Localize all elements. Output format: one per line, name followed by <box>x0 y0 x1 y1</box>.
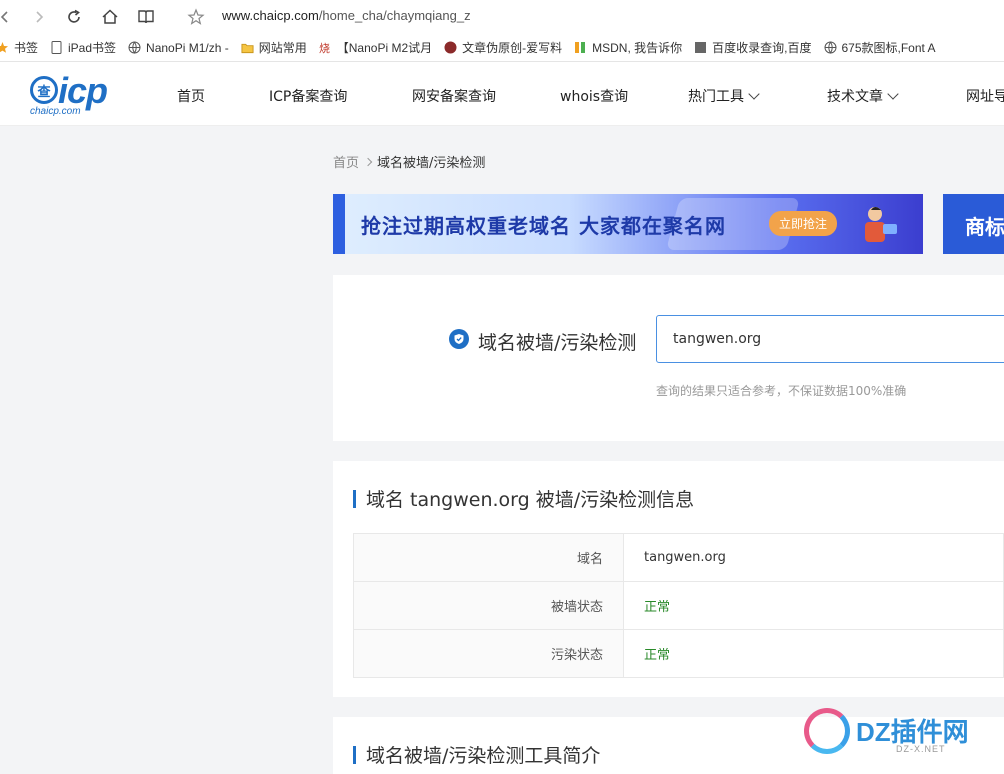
breadcrumb: 首页 域名被墙/污染检测 <box>333 152 485 171</box>
nav-icp-query[interactable]: ICP备案查询 <box>269 86 347 106</box>
row-value-status: 正常 <box>623 581 1004 630</box>
nav-label: 网安备案查询 <box>412 89 496 105</box>
bookmark-item[interactable]: iPad书签 <box>50 39 116 56</box>
url-host: www.chaicp.com <box>222 8 319 23</box>
chevron-right-icon <box>363 157 373 166</box>
bookmark-item[interactable]: 网站常用 <box>241 39 307 56</box>
site-icon <box>694 41 707 54</box>
breadcrumb-home[interactable]: 首页 <box>333 152 359 171</box>
tool-title: 域名被墙/污染检测 <box>478 332 637 354</box>
ad-banner[interactable]: 抢注过期高权重老域名 大家都在聚名网 立即抢注 <box>333 194 923 254</box>
bookmark-item[interactable]: 675款图标,Font A <box>824 39 936 56</box>
title-accent-bar <box>353 745 356 764</box>
table-row: 被墙状态 正常 <box>353 581 1004 630</box>
nav-police-query[interactable]: 网安备案查询 <box>412 86 496 106</box>
nav-label: 首页 <box>177 89 205 105</box>
result-title: 域名 tangwen.org 被墙/污染检测信息 <box>353 485 694 512</box>
search-card: 域名被墙/污染检测 查询的结果只适合参考，不保证数据100%准确 <box>333 275 1004 441</box>
nav-url-nav[interactable]: 网址导 <box>966 86 1004 106</box>
bookmark-item[interactable]: 文章伪原创-爱写料 <box>444 39 562 56</box>
nav-label: 网址导 <box>966 89 1004 105</box>
domain-search-input[interactable] <box>656 315 1004 363</box>
intro-title: 域名被墙/污染检测工具简介 <box>353 741 600 768</box>
back-icon[interactable] <box>0 6 16 28</box>
bookmark-label: 书签 <box>14 41 39 55</box>
bookmark-star-icon[interactable] <box>185 6 207 28</box>
bookmark-label: 百度收录查询,百度 <box>712 41 812 55</box>
title-accent-bar <box>353 489 356 508</box>
svg-text:烧: 烧 <box>319 42 330 54</box>
tablet-icon <box>50 41 63 54</box>
home-icon[interactable] <box>99 6 121 28</box>
site-header: 查 icp chaicp.com 首页 ICP备案查询 网安备案查询 whois… <box>0 62 1004 126</box>
table-row: 域名 tangwen.org <box>353 533 1004 582</box>
watermark-logo-icon <box>804 708 850 754</box>
nav-label: 热门工具 <box>688 89 744 105</box>
bookmark-item[interactable]: 百度收录查询,百度 <box>694 39 812 56</box>
breadcrumb-current: 域名被墙/污染检测 <box>377 156 486 171</box>
bookmark-label: 675款图标,Font A <box>841 41 936 55</box>
address-bar[interactable]: www.chaicp.com/home_cha/chaymqiang_z <box>222 8 471 23</box>
site-icon <box>574 41 587 54</box>
nav-label: 技术文章 <box>827 89 883 105</box>
bookmark-item[interactable]: NanoPi M1/zh - <box>128 41 229 55</box>
star-icon <box>0 41 9 54</box>
nav-label: whois查询 <box>560 89 629 105</box>
bookmark-item[interactable]: MSDN, 我告诉你 <box>574 39 682 56</box>
watermark-sub: DZ-X.NET <box>896 744 946 754</box>
ad-banner-side[interactable]: 商标 <box>943 194 1004 254</box>
banner-text: 抢注过期高权重老域名 大家都在聚名网 <box>361 214 726 238</box>
site-icon <box>444 41 457 54</box>
row-value-status: 正常 <box>623 629 1004 678</box>
row-key: 污染状态 <box>353 629 624 678</box>
forward-icon[interactable] <box>28 6 50 28</box>
banner-side-text: 商标 <box>965 215 1004 239</box>
bookmark-item[interactable]: 烧 【NanoPi M2试月 <box>319 39 432 56</box>
reader-icon[interactable] <box>135 6 157 28</box>
row-key: 域名 <box>353 533 624 582</box>
chevron-down-icon <box>748 88 760 100</box>
site-logo[interactable]: 查 icp chaicp.com <box>28 70 120 118</box>
nav-tech-articles[interactable]: 技术文章 <box>827 86 899 106</box>
watermark: DZ插件网 DZ-X.NET <box>800 706 1000 766</box>
folder-icon <box>241 41 254 54</box>
globe-icon <box>824 41 837 54</box>
table-row: 污染状态 正常 <box>353 629 1004 678</box>
logo-domain: chaicp.com <box>30 106 81 117</box>
reload-icon[interactable] <box>63 6 85 28</box>
nav-home[interactable]: 首页 <box>177 86 205 106</box>
bookmark-item[interactable]: 书签 <box>0 39 38 56</box>
person-illustration-icon <box>865 207 897 242</box>
search-hint: 查询的结果只适合参考，不保证数据100%准确 <box>656 384 907 398</box>
intro-title-text: 域名被墙/污染检测工具简介 <box>366 745 601 767</box>
bookmark-label: NanoPi M1/zh - <box>146 40 229 55</box>
banner-accent <box>333 194 345 254</box>
nav-whois[interactable]: whois查询 <box>560 86 628 106</box>
bookmark-label: iPad书签 <box>68 41 117 55</box>
result-table: 域名 tangwen.org 被墙状态 正常 污染状态 正常 <box>353 533 1004 678</box>
banner-button[interactable]: 立即抢注 <box>769 211 838 236</box>
row-value: tangwen.org <box>623 533 1004 582</box>
result-title-text: 域名 tangwen.org 被墙/污染检测信息 <box>366 489 695 511</box>
bookmark-label: 文章伪原创-爱写料 <box>462 41 563 55</box>
bookmark-label: MSDN, 我告诉你 <box>592 41 683 55</box>
nav-label: ICP备案查询 <box>269 89 348 105</box>
nav-hot-tools[interactable]: 热门工具 <box>688 86 760 106</box>
row-key: 被墙状态 <box>353 581 624 630</box>
url-path: /home_cha/chaymqiang_z <box>318 8 471 23</box>
browser-toolbar: www.chaicp.com/home_cha/chaymqiang_z <box>0 0 1004 34</box>
logo-cha: 查 <box>30 76 58 104</box>
result-card: 域名 tangwen.org 被墙/污染检测信息 域名 tangwen.org … <box>333 461 1004 697</box>
globe-icon <box>128 41 141 54</box>
shield-icon <box>449 329 469 349</box>
bookmark-label: 【NanoPi M2试月 <box>336 41 433 55</box>
chevron-down-icon <box>887 88 899 100</box>
bookmarks-bar: 书签 iPad书签 NanoPi M1/zh - 网站常用 烧 【NanoPi … <box>0 34 1004 62</box>
bookmark-label: 网站常用 <box>258 41 307 55</box>
site-icon: 烧 <box>319 41 332 54</box>
